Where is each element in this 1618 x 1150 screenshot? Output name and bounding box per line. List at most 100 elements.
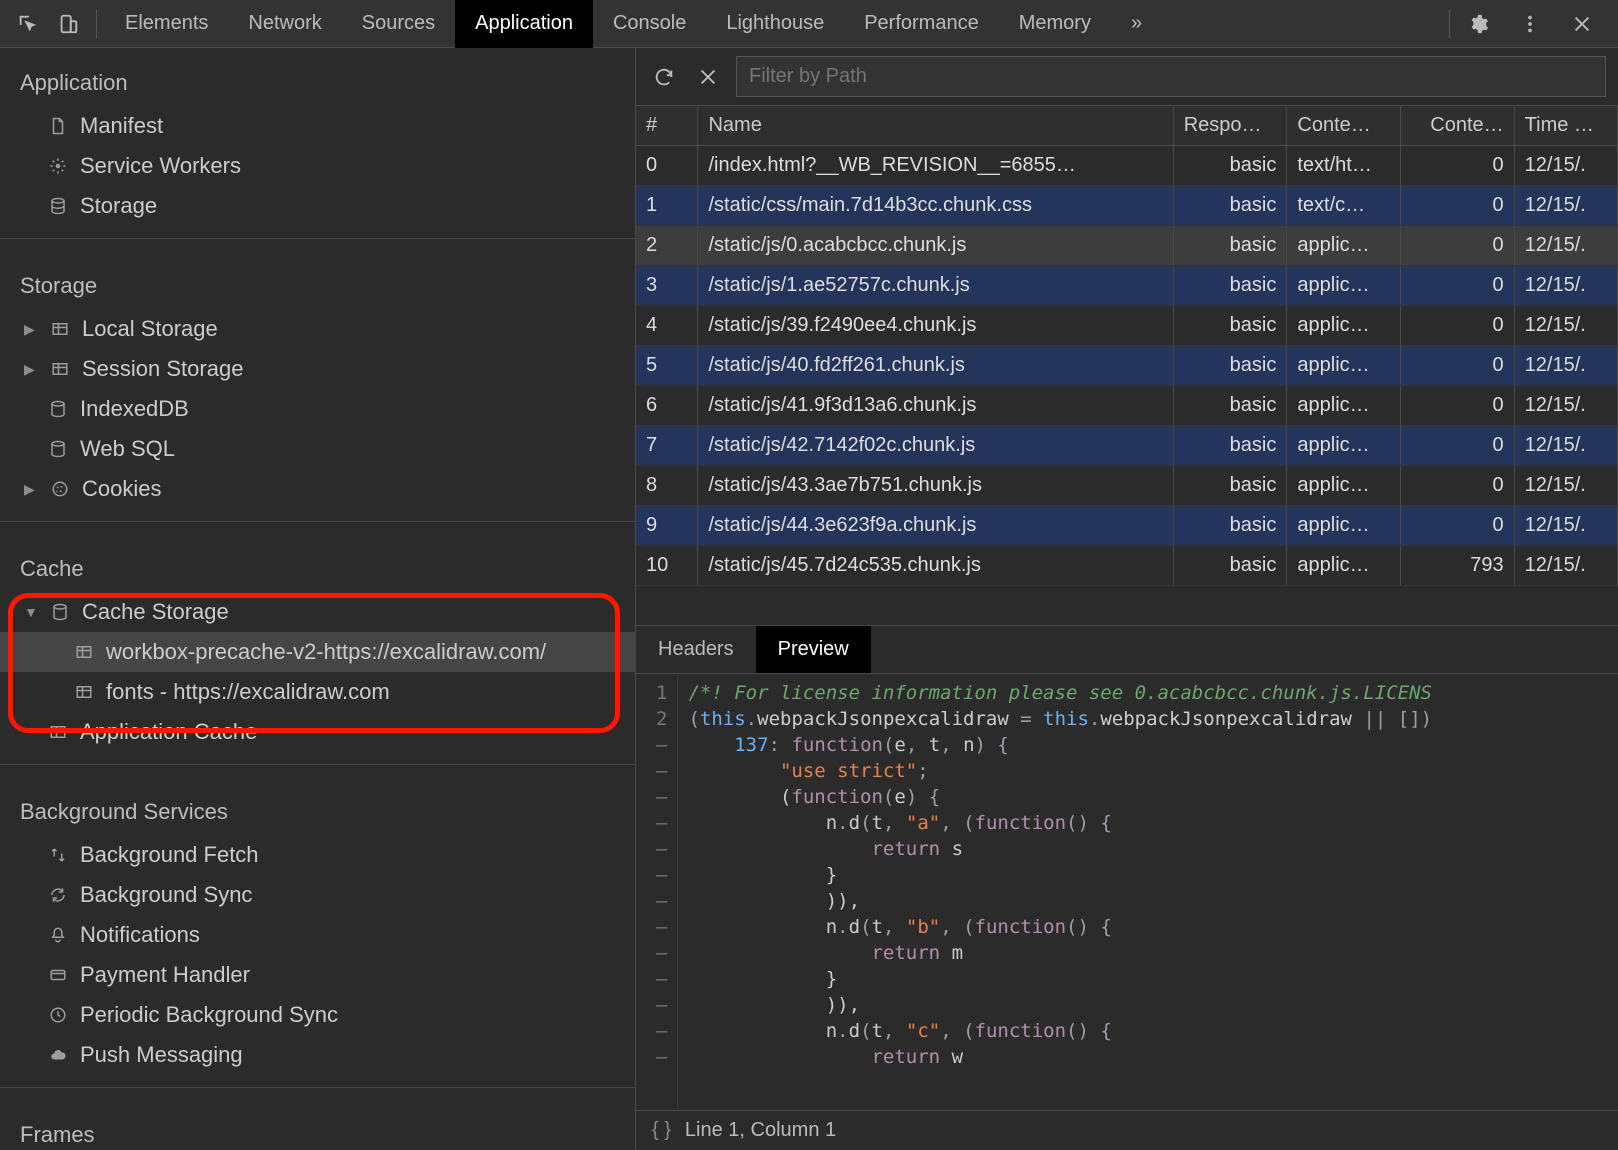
table-row[interactable]: 10/static/js/45.7d24c535.chunk.jsbasicap… xyxy=(636,546,1618,586)
device-toolbar-icon[interactable] xyxy=(48,0,88,48)
sidebar-item-indexeddb[interactable]: IndexedDB xyxy=(0,389,635,429)
tab-lighthouse[interactable]: Lighthouse xyxy=(706,0,844,48)
table-cell: applic… xyxy=(1287,306,1401,346)
table-cell: 12/15/. xyxy=(1514,426,1617,466)
table-cell: 5 xyxy=(636,346,698,386)
sidebar-item-label: Application Cache xyxy=(80,719,257,745)
sidebar-item-manifest[interactable]: Manifest xyxy=(0,106,635,146)
tab-headers[interactable]: Headers xyxy=(636,626,756,673)
sidebar-item-payment-handler[interactable]: Payment Handler xyxy=(0,955,635,995)
refresh-icon[interactable] xyxy=(648,61,680,93)
sidebar-item-label: Storage xyxy=(80,193,157,219)
table-icon xyxy=(48,317,72,341)
table-cell: 12/15/. xyxy=(1514,266,1617,306)
table-row[interactable]: 7/static/js/42.7142f02c.chunk.jsbasicapp… xyxy=(636,426,1618,466)
table-cell: 0 xyxy=(636,146,698,186)
inspect-icon[interactable] xyxy=(8,0,48,48)
sidebar-item-background-sync[interactable]: Background Sync xyxy=(0,875,635,915)
kebab-menu-icon[interactable] xyxy=(1510,0,1550,48)
clock-icon xyxy=(46,1003,70,1027)
table-row[interactable]: 0/index.html?__WB_REVISION__=6855…basict… xyxy=(636,146,1618,186)
table-cell: text/ht… xyxy=(1287,146,1401,186)
table-icon xyxy=(46,720,70,744)
expand-icon: ▶ xyxy=(24,481,38,498)
tab-application[interactable]: Application xyxy=(455,0,593,48)
table-cell: /static/js/42.7142f02c.chunk.js xyxy=(698,426,1173,466)
tab-console[interactable]: Console xyxy=(593,0,706,48)
table-cell: basic xyxy=(1173,426,1287,466)
tab-preview[interactable]: Preview xyxy=(756,626,871,673)
cookie-icon xyxy=(48,477,72,501)
main-split: Application Manifest Service Workers Sto… xyxy=(0,48,1618,1150)
close-icon[interactable] xyxy=(1562,0,1602,48)
table-row[interactable]: 4/static/js/39.f2490ee4.chunk.jsbasicapp… xyxy=(636,306,1618,346)
sidebar-item-label: workbox-precache-v2-https://excalidraw.c… xyxy=(106,639,546,665)
sidebar-item-cache-storage[interactable]: ▼ Cache Storage xyxy=(0,592,635,632)
sidebar-item-periodic-background-sync[interactable]: Periodic Background Sync xyxy=(0,995,635,1035)
col-response-type[interactable]: Respo… xyxy=(1173,106,1287,146)
sidebar-item-service-workers[interactable]: Service Workers xyxy=(0,146,635,186)
table-cell: 0 xyxy=(1401,346,1515,386)
sidebar-item-storage[interactable]: Storage xyxy=(0,186,635,226)
tab-elements[interactable]: Elements xyxy=(105,0,228,48)
table-cell: /static/js/40.fd2ff261.chunk.js xyxy=(698,346,1173,386)
table-cell: basic xyxy=(1173,346,1287,386)
table-cell: 12/15/. xyxy=(1514,386,1617,426)
tab-network[interactable]: Network xyxy=(228,0,341,48)
col-content-type[interactable]: Conte… xyxy=(1287,106,1401,146)
col-name[interactable]: Name xyxy=(698,106,1173,146)
section-title-storage: Storage xyxy=(0,251,635,309)
sidebar-item-label: Cache Storage xyxy=(82,599,229,625)
table-cell: basic xyxy=(1173,546,1287,586)
sidebar-item-session-storage[interactable]: ▶ Session Storage xyxy=(0,349,635,389)
table-cell: basic xyxy=(1173,266,1287,306)
table-cell: 0 xyxy=(1401,186,1515,226)
gear-icon xyxy=(46,154,70,178)
code-preview[interactable]: 1 2 – – – – – – – – – – – – – /*! For li… xyxy=(636,674,1618,1110)
delete-icon[interactable] xyxy=(692,61,724,93)
col-content-length[interactable]: Conte… xyxy=(1401,106,1515,146)
table-cell: 793 xyxy=(1401,546,1515,586)
table-cell: /index.html?__WB_REVISION__=6855… xyxy=(698,146,1173,186)
table-row[interactable]: 1/static/css/main.7d14b3cc.chunk.cssbasi… xyxy=(636,186,1618,226)
sidebar-item-cookies[interactable]: ▶ Cookies xyxy=(0,469,635,509)
tab-performance[interactable]: Performance xyxy=(844,0,999,48)
sidebar-item-cache-child-fonts[interactable]: fonts - https://excalidraw.com xyxy=(0,672,635,712)
tab-memory[interactable]: Memory xyxy=(999,0,1111,48)
filter-input[interactable] xyxy=(736,56,1606,97)
sidebar-item-push-messaging[interactable]: Push Messaging xyxy=(0,1035,635,1075)
table-cell: 7 xyxy=(636,426,698,466)
sidebar-item-web-sql[interactable]: Web SQL xyxy=(0,429,635,469)
expand-icon: ▶ xyxy=(24,361,38,378)
section-title-application: Application xyxy=(0,48,635,106)
table-row[interactable]: 2/static/js/0.acabcbcc.chunk.jsbasicappl… xyxy=(636,226,1618,266)
col-index[interactable]: # xyxy=(636,106,698,146)
table-icon xyxy=(72,640,96,664)
tab-more[interactable]: » xyxy=(1111,0,1162,48)
table-cell: 10 xyxy=(636,546,698,586)
gear-icon[interactable] xyxy=(1458,0,1498,48)
sidebar-item-cache-child-workbox[interactable]: workbox-precache-v2-https://excalidraw.c… xyxy=(0,632,635,672)
table-header-row[interactable]: # Name Respo… Conte… Conte… Time … xyxy=(636,106,1618,146)
editor-gutter: 1 2 – – – – – – – – – – – – – xyxy=(636,674,678,1110)
table-cell: 4 xyxy=(636,306,698,346)
sidebar-item-application-cache[interactable]: Application Cache xyxy=(0,712,635,752)
sidebar-item-local-storage[interactable]: ▶ Local Storage xyxy=(0,309,635,349)
brace-icon[interactable]: { } xyxy=(652,1119,671,1142)
table-cell: 12/15/. xyxy=(1514,506,1617,546)
table-row[interactable]: 3/static/js/1.ae52757c.chunk.jsbasicappl… xyxy=(636,266,1618,306)
cache-table-wrap[interactable]: # Name Respo… Conte… Conte… Time … 0/ind… xyxy=(636,106,1618,626)
col-time-cached[interactable]: Time … xyxy=(1514,106,1617,146)
table-cell: text/c… xyxy=(1287,186,1401,226)
tab-sources[interactable]: Sources xyxy=(342,0,455,48)
sidebar-item-background-fetch[interactable]: Background Fetch xyxy=(0,835,635,875)
table-row[interactable]: 5/static/js/40.fd2ff261.chunk.jsbasicapp… xyxy=(636,346,1618,386)
sidebar-item-label: Manifest xyxy=(80,113,163,139)
table-row[interactable]: 6/static/js/41.9f3d13a6.chunk.jsbasicapp… xyxy=(636,386,1618,426)
table-row[interactable]: 8/static/js/43.3ae7b751.chunk.jsbasicapp… xyxy=(636,466,1618,506)
table-cell: 3 xyxy=(636,266,698,306)
sync-icon xyxy=(46,883,70,907)
table-row[interactable]: 9/static/js/44.3e623f9a.chunk.jsbasicapp… xyxy=(636,506,1618,546)
sidebar-item-notifications[interactable]: Notifications xyxy=(0,915,635,955)
table-cell: 8 xyxy=(636,466,698,506)
